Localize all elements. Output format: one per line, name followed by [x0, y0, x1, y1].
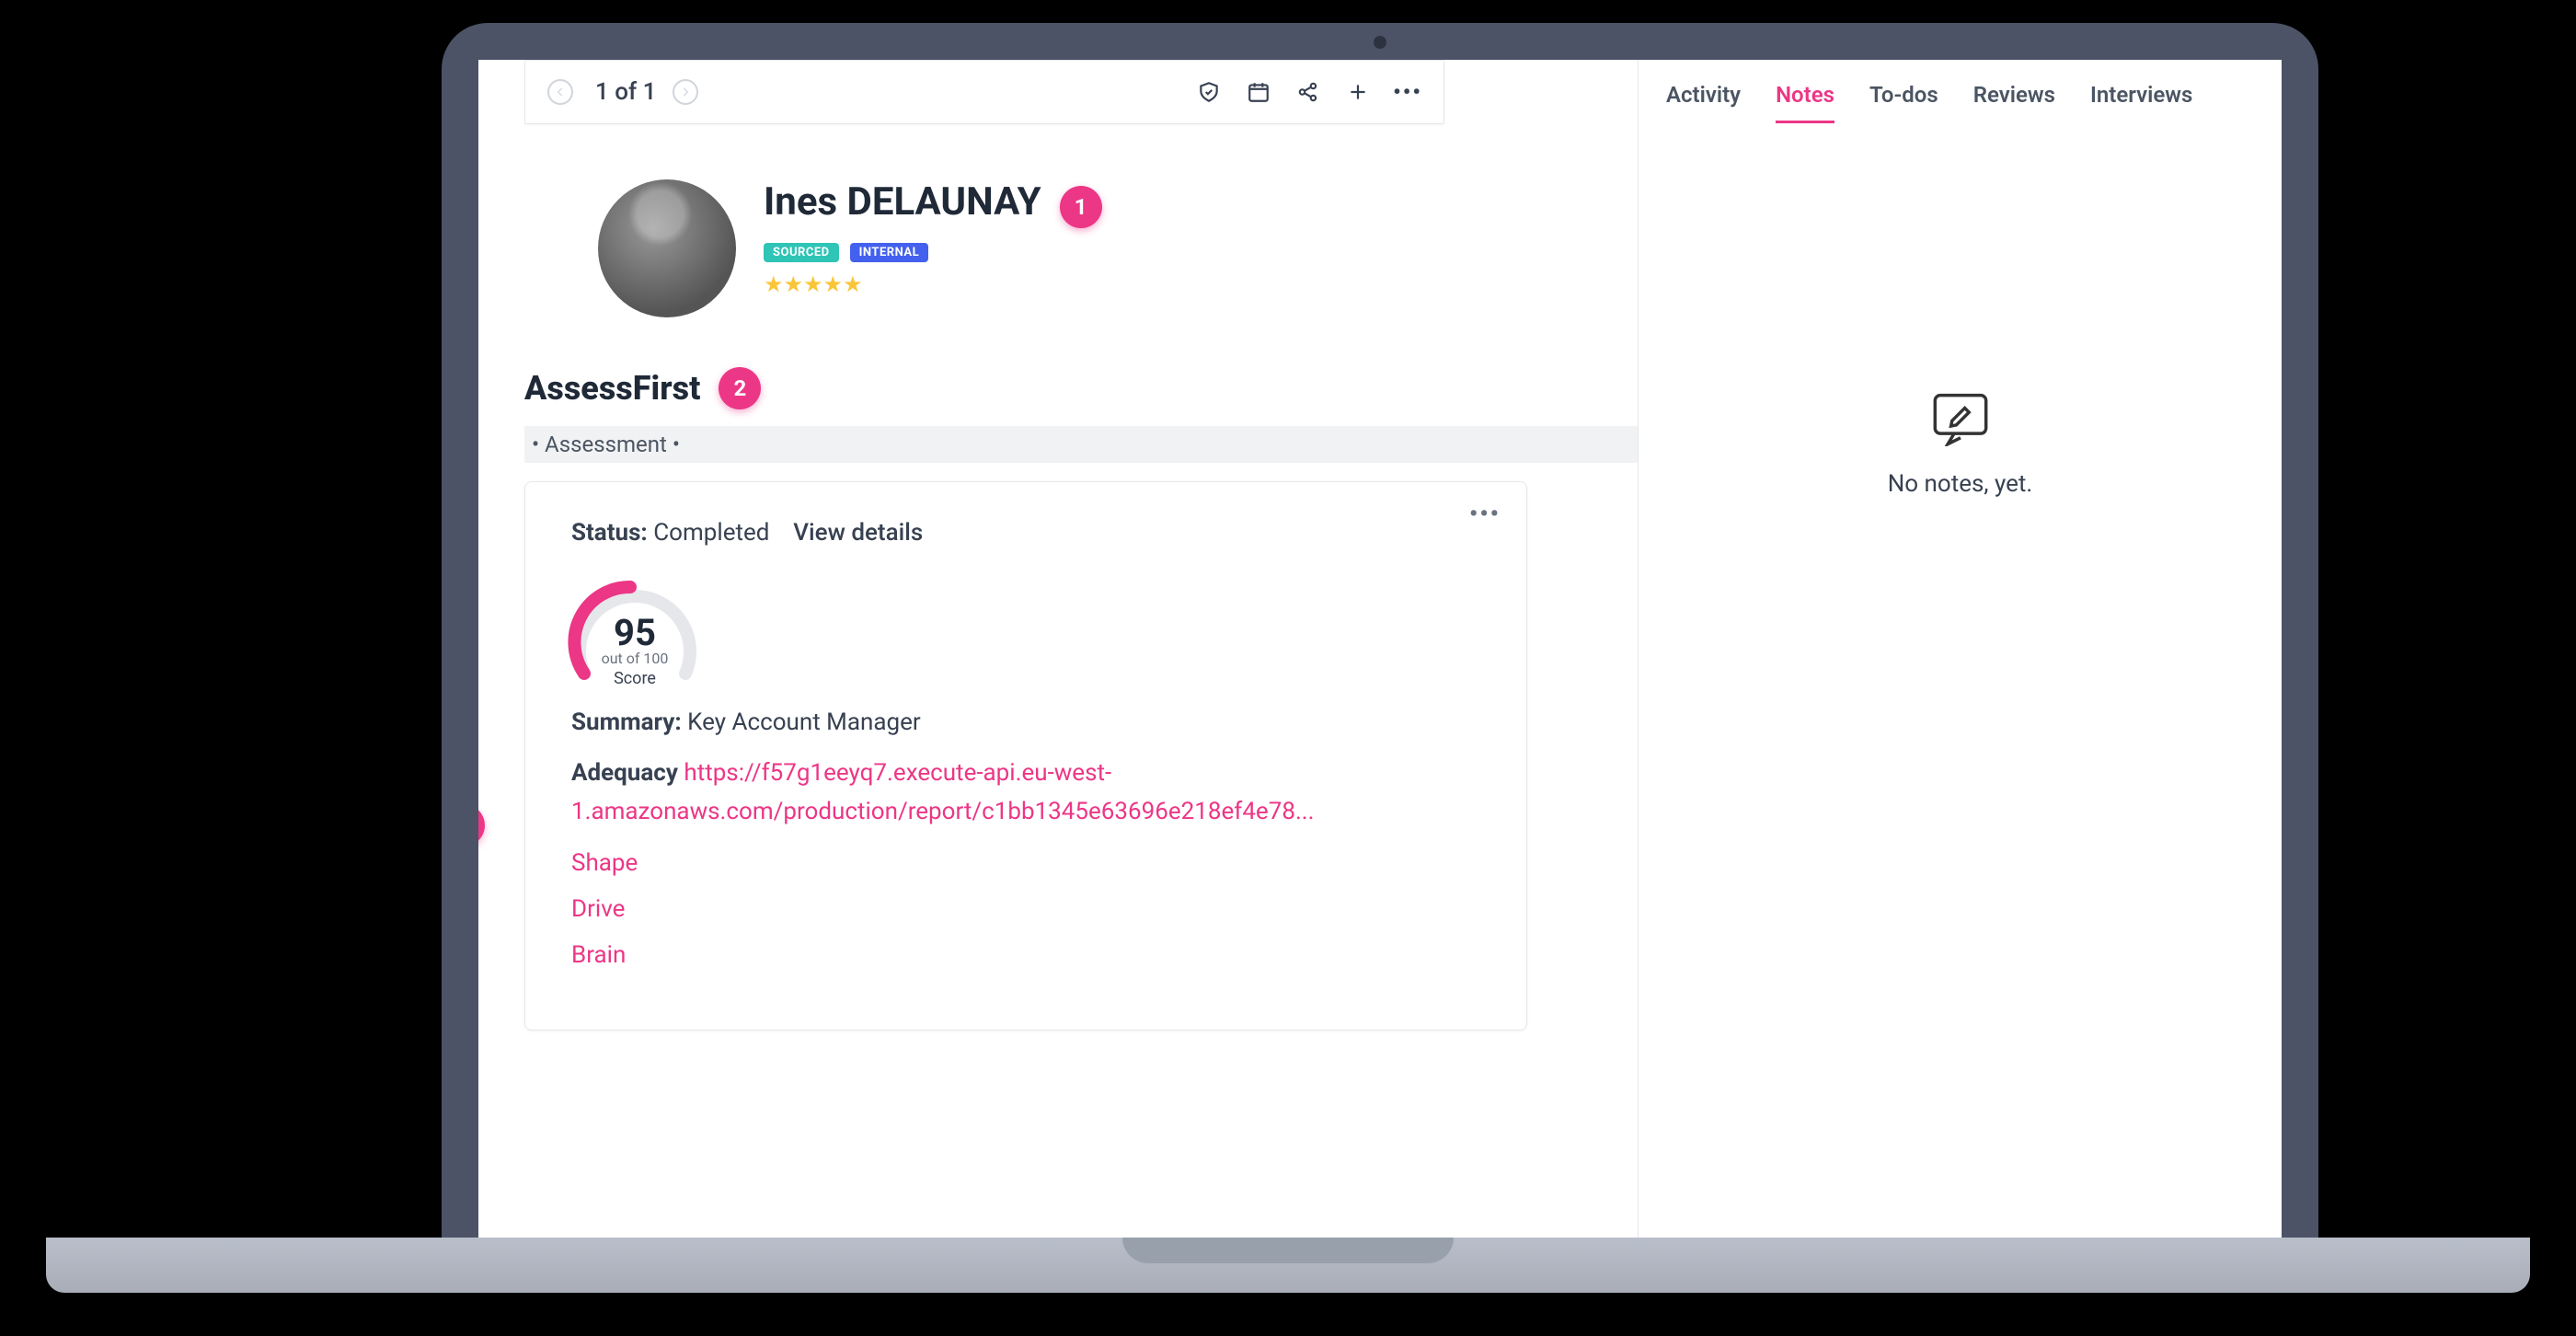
shield-icon[interactable] [1195, 78, 1223, 106]
tab-interviews[interactable]: Interviews [2090, 82, 2192, 123]
laptop-frame: 1 of 1 ••• [442, 23, 2318, 1238]
score-gauge: 95 out of 100 Score [566, 572, 704, 688]
annotation-1: 1 [1060, 186, 1102, 228]
share-icon[interactable] [1294, 78, 1322, 106]
score-outof: out of 100 [566, 650, 704, 667]
more-icon[interactable]: ••• [1394, 78, 1421, 106]
avatar[interactable] [598, 179, 736, 317]
empty-notes-message: No notes, yet. [1888, 470, 2033, 498]
candidate-name: Ines DELAUNAY [764, 179, 1041, 225]
annotation-3: 3 [478, 804, 485, 847]
adequacy-row: Adequacy https://f57g1eeyq7.execute-api.… [571, 754, 1480, 831]
tabs: Activity Notes To-dos Reviews Interviews [1639, 60, 2282, 124]
left-pane: 1 of 1 ••• [478, 60, 1638, 1238]
report-links: Shape Drive Brain [571, 849, 1480, 969]
pager-toolbar: 1 of 1 ••• [524, 60, 1444, 124]
card-more-icon[interactable]: ••• [1469, 501, 1501, 528]
tab-notes[interactable]: Notes [1776, 82, 1834, 123]
badge-sourced: SOURCED [764, 243, 839, 262]
calendar-icon[interactable] [1245, 78, 1272, 106]
status-label: Status: [571, 519, 648, 547]
empty-notes: No notes, yet. [1639, 124, 2282, 1238]
status-row: Status: Completed View details [571, 519, 1480, 547]
tab-reviews[interactable]: Reviews [1973, 82, 2055, 123]
annotation-2: 2 [719, 367, 761, 409]
status-value: Completed [653, 519, 769, 547]
section-title: AssessFirst [524, 369, 700, 408]
prev-button[interactable] [547, 79, 573, 105]
summary-value: Key Account Manager [687, 708, 921, 736]
next-button[interactable] [673, 79, 698, 105]
laptop-shadow [74, 1288, 2502, 1325]
candidate-header: Ines DELAUNAY 1 SOURCED INTERNAL ★★★★★ [478, 124, 1638, 336]
badge-internal: INTERNAL [850, 243, 929, 262]
view-details-link[interactable]: View details [793, 519, 923, 547]
summary-label: Summary: [571, 708, 682, 736]
brain-link[interactable]: Brain [571, 941, 1480, 969]
adequacy-label: Adequacy [571, 759, 678, 787]
assessment-tag: • Assessment • [524, 426, 1638, 463]
camera-dot [1374, 36, 1386, 49]
pager-counter: 1 of 1 [595, 78, 656, 106]
tab-activity[interactable]: Activity [1666, 82, 1741, 123]
app-screen: 1 of 1 ••• [478, 60, 2282, 1238]
shape-link[interactable]: Shape [571, 849, 1480, 877]
summary-row: Summary: Key Account Manager [571, 708, 1480, 736]
adequacy-link[interactable]: https://f57g1eeyq7.execute-api.eu-west-1… [571, 759, 1315, 825]
assessment-card: ••• Status: Completed View details 95 [524, 481, 1527, 1031]
score-value: 95 [566, 611, 704, 654]
section-header: AssessFirst 2 [478, 336, 1638, 422]
tab-todos[interactable]: To-dos [1869, 82, 1938, 123]
rating-stars: ★★★★★ [764, 271, 1102, 297]
candidate-info: Ines DELAUNAY 1 SOURCED INTERNAL ★★★★★ [764, 179, 1102, 297]
right-pane: Activity Notes To-dos Reviews Interviews… [1638, 60, 2282, 1238]
drive-link[interactable]: Drive [571, 895, 1480, 923]
laptop-notch [1122, 1238, 1454, 1263]
note-edit-icon [1928, 391, 1993, 446]
plus-icon[interactable] [1344, 78, 1372, 106]
laptop-base [46, 1238, 2530, 1293]
